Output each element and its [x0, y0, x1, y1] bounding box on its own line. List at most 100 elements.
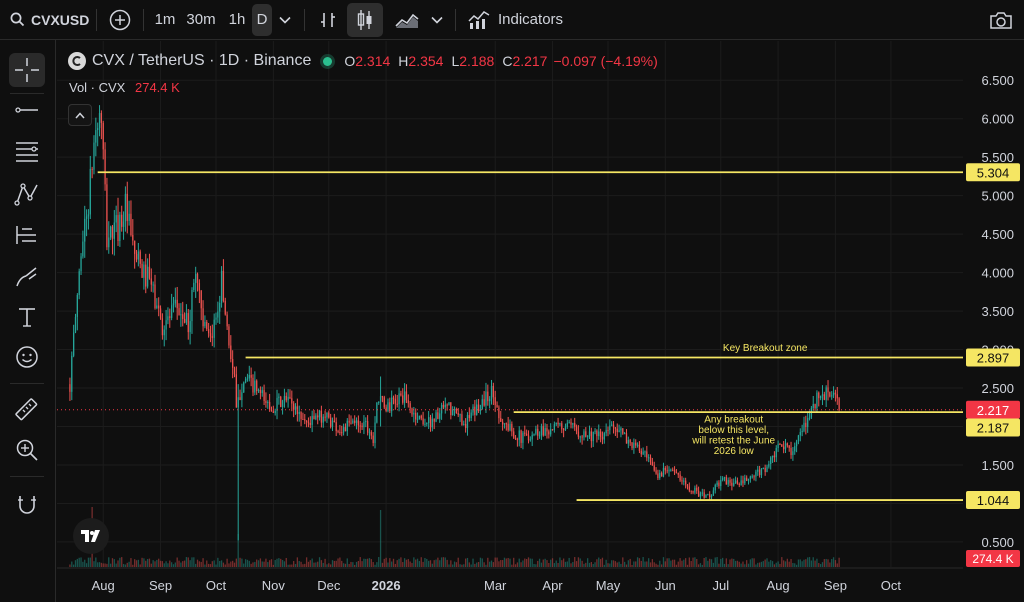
volume-bar	[808, 557, 811, 567]
legend-collapse-button[interactable]	[68, 104, 92, 126]
bars-icon	[318, 10, 338, 30]
volume-bar	[226, 558, 228, 567]
candle-body	[139, 251, 141, 264]
drawing-toolbar	[0, 40, 56, 602]
candle-body	[764, 467, 766, 473]
candle-body	[307, 422, 310, 424]
level-price-tag: 5.304	[977, 165, 1010, 180]
volume-bar	[812, 557, 814, 567]
candle-body	[193, 282, 195, 290]
measure-tool-button[interactable]	[9, 393, 45, 427]
volume-bar	[825, 558, 827, 567]
y-tick-label: 4.000	[981, 266, 1014, 281]
volume-bar	[135, 560, 138, 567]
sidebar-divider	[10, 476, 44, 477]
volume-bar	[244, 559, 247, 567]
zoom-in-tool-button[interactable]	[9, 433, 45, 467]
volume-bar	[294, 564, 297, 567]
candle-body	[635, 442, 637, 446]
candle-body	[489, 398, 491, 402]
area-chart-type-button[interactable]	[389, 5, 425, 35]
volume-bar	[409, 561, 411, 567]
crosshair-tool-button[interactable]	[9, 53, 45, 87]
candle-body	[509, 423, 511, 431]
volume-bar	[476, 562, 478, 567]
volume-bar	[572, 561, 574, 567]
indicators-button[interactable]: Indicators	[462, 5, 569, 35]
volume-bar	[281, 559, 284, 567]
interval-1h-button[interactable]: 1h	[222, 5, 252, 35]
volume-bar	[222, 562, 225, 567]
volume-bar	[559, 557, 561, 567]
candle-body	[366, 421, 369, 433]
annotation-retest-note: below this level,	[698, 425, 769, 436]
volume-bar	[768, 561, 770, 567]
candle-body	[725, 477, 727, 485]
volume-bar	[108, 557, 110, 567]
candle-body	[435, 412, 437, 422]
compare-symbol-button[interactable]	[103, 5, 137, 35]
candles-chart-type-button[interactable]	[347, 2, 383, 37]
interval-30m-button[interactable]: 30m	[180, 5, 222, 35]
volume-bar	[370, 559, 372, 567]
pattern-tool-button[interactable]	[9, 177, 45, 211]
fib-tool-button[interactable]	[9, 135, 45, 169]
candle-body	[594, 430, 596, 432]
volume-bar	[660, 564, 663, 567]
volume-bar	[620, 563, 622, 567]
volume-bar	[97, 562, 99, 567]
bar-chart-type-button[interactable]	[311, 5, 345, 35]
candle-body	[825, 387, 827, 400]
candle-body	[372, 435, 374, 443]
volume-bar	[241, 558, 243, 567]
chart-type-dropdown-button[interactable]	[425, 5, 449, 35]
candle-body	[640, 450, 642, 455]
price-chart[interactable]: 6.5006.0005.5005.0004.5004.0003.5003.000…	[57, 41, 1024, 602]
symbol-search[interactable]: CVXUSD	[0, 5, 94, 35]
forecast-tool-button[interactable]	[9, 218, 45, 252]
volume-bar	[746, 560, 748, 567]
snapshot-button[interactable]	[986, 5, 1016, 35]
candle-body	[786, 443, 788, 446]
volume-bar	[832, 557, 835, 567]
volume-bar	[707, 560, 709, 567]
text-tool-button[interactable]	[9, 300, 45, 334]
interval-dropdown-button[interactable]	[272, 5, 298, 35]
volume-bar	[753, 558, 755, 567]
magnet-tool-button[interactable]	[9, 488, 45, 522]
volume-bar	[816, 558, 818, 567]
volume-bar	[448, 564, 450, 567]
candle-body	[300, 411, 302, 419]
volume-bar	[537, 560, 539, 567]
candle-body	[498, 407, 500, 419]
brush-tool-button[interactable]	[9, 260, 45, 294]
candle-body	[226, 314, 228, 327]
trend-line-tool-button[interactable]	[9, 93, 45, 127]
candle-body	[143, 264, 145, 278]
candle-body	[749, 476, 752, 480]
interval-1m-button[interactable]: 1m	[150, 5, 180, 35]
volume-bar	[293, 561, 295, 567]
volume-bar	[87, 557, 90, 567]
volume-bar	[320, 560, 323, 567]
candle-body	[601, 436, 604, 440]
volume-bar	[692, 557, 694, 567]
candle-body	[237, 397, 239, 408]
interval-d-button[interactable]: D	[252, 3, 272, 36]
candle-body	[448, 402, 450, 405]
volume-bar	[442, 557, 445, 567]
candle-body	[494, 397, 496, 405]
candle-body	[827, 387, 829, 393]
volume-bar	[106, 563, 108, 567]
volume-bar	[78, 557, 80, 567]
candle-body	[788, 445, 790, 448]
candle-body	[433, 418, 435, 422]
candle-body	[91, 168, 93, 170]
candle-body	[163, 329, 165, 336]
emoji-tool-button[interactable]	[9, 340, 45, 374]
volume-bar	[599, 559, 602, 567]
candle-body	[712, 490, 715, 496]
candle-body	[570, 422, 572, 425]
candle-body	[734, 480, 737, 483]
volume-bar	[309, 560, 311, 567]
